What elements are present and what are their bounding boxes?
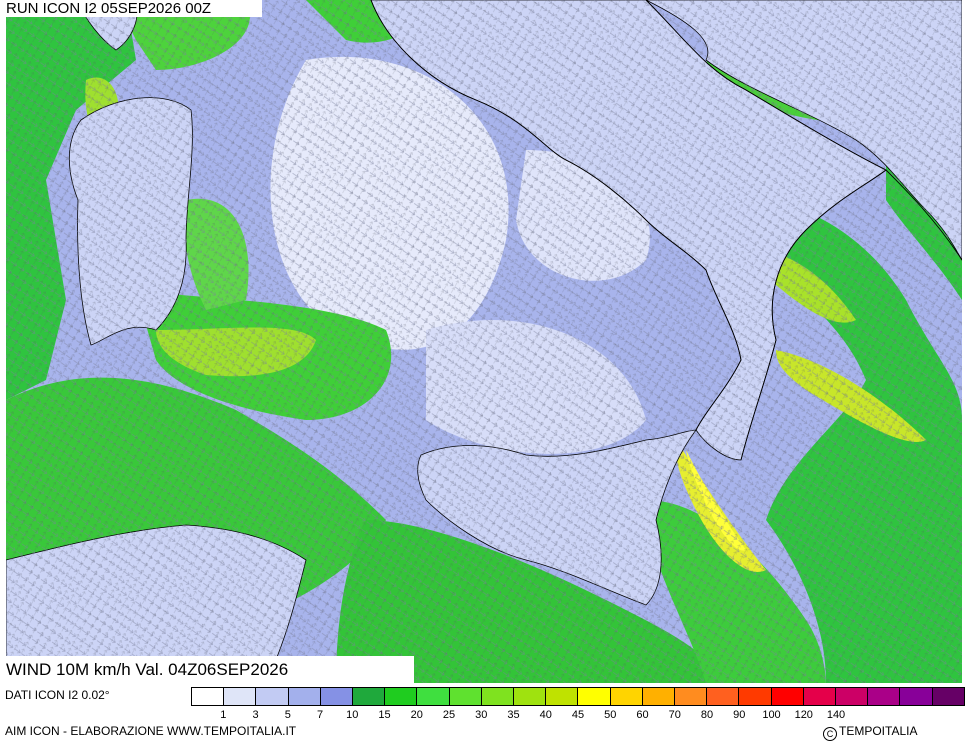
legend-swatch (224, 687, 257, 706)
legend-swatch (642, 687, 676, 706)
legend-swatch (353, 687, 386, 706)
legend-tick-label: 140 (826, 709, 846, 721)
wind-map (6, 0, 962, 683)
legend-tick-label: 35 (507, 709, 520, 721)
legend-tick-label: 120 (794, 709, 813, 721)
legend-swatch (546, 687, 579, 706)
legend-tick-label: 70 (668, 709, 681, 721)
legend-swatch (578, 687, 611, 706)
legend-swatch (417, 687, 450, 706)
field-title: WIND 10M km/h Val. 04Z06SEP2026 (0, 656, 414, 684)
legend-swatch (868, 687, 901, 706)
legend-swatch (449, 687, 482, 706)
legend-swatch (675, 687, 708, 706)
legend-ticks: 1 3 5 7 10 15 20 25 30 35 40 45 50 60 70 80 90 100 120 140 (191, 709, 965, 723)
credits-label: AIM ICON - ELABORAZIONE WWW.TEMPOITALIA.… (5, 724, 297, 738)
legend-swatch (320, 687, 354, 706)
copyright-icon: C (823, 727, 837, 741)
legend-tick-label: 25 (442, 709, 456, 721)
legend-tick-label: 45 (571, 709, 585, 721)
legend-tick-label: 100 (762, 709, 781, 721)
legend-tick-label: 15 (378, 709, 391, 721)
legend-tick-label: 30 (475, 709, 488, 721)
legend-swatch (256, 687, 289, 706)
legend-swatch (707, 687, 740, 706)
legend-swatch (610, 687, 643, 706)
legend-tick-label: 1 (220, 709, 227, 721)
legend-tick-label: 5 (284, 709, 291, 721)
legend-swatch (739, 687, 772, 706)
legend-swatch (385, 687, 418, 706)
wind-speed-legend (191, 687, 965, 707)
legend-tick-label: 50 (604, 709, 617, 721)
legend-tick-label: 7 (316, 709, 324, 721)
legend-tick-label: 80 (700, 709, 714, 721)
legend-swatch (481, 687, 515, 706)
legend-swatch (900, 687, 933, 706)
copyright-label: C TEMPOITALIA (823, 724, 917, 741)
legend-tick-label: 20 (410, 709, 423, 721)
legend-swatch (803, 687, 837, 706)
legend-swatch (288, 687, 321, 706)
legend-swatch (932, 687, 965, 706)
run-title: RUN ICON I2 05SEP2026 00Z (0, 0, 262, 17)
copyright-text: TEMPOITALIA (839, 724, 918, 738)
legend-swatch (191, 687, 225, 706)
legend-swatch (771, 687, 804, 706)
legend-tick-label: 60 (636, 709, 649, 721)
legend-tick-label: 40 (539, 709, 552, 721)
legend-tick-label: 3 (252, 709, 259, 721)
legend-tick-label: 90 (733, 709, 746, 721)
legend-tick-label: 10 (346, 709, 359, 721)
data-source-label: DATI ICON I2 0.02° (5, 688, 110, 702)
legend-swatch (836, 687, 869, 706)
legend-swatch (514, 687, 547, 706)
